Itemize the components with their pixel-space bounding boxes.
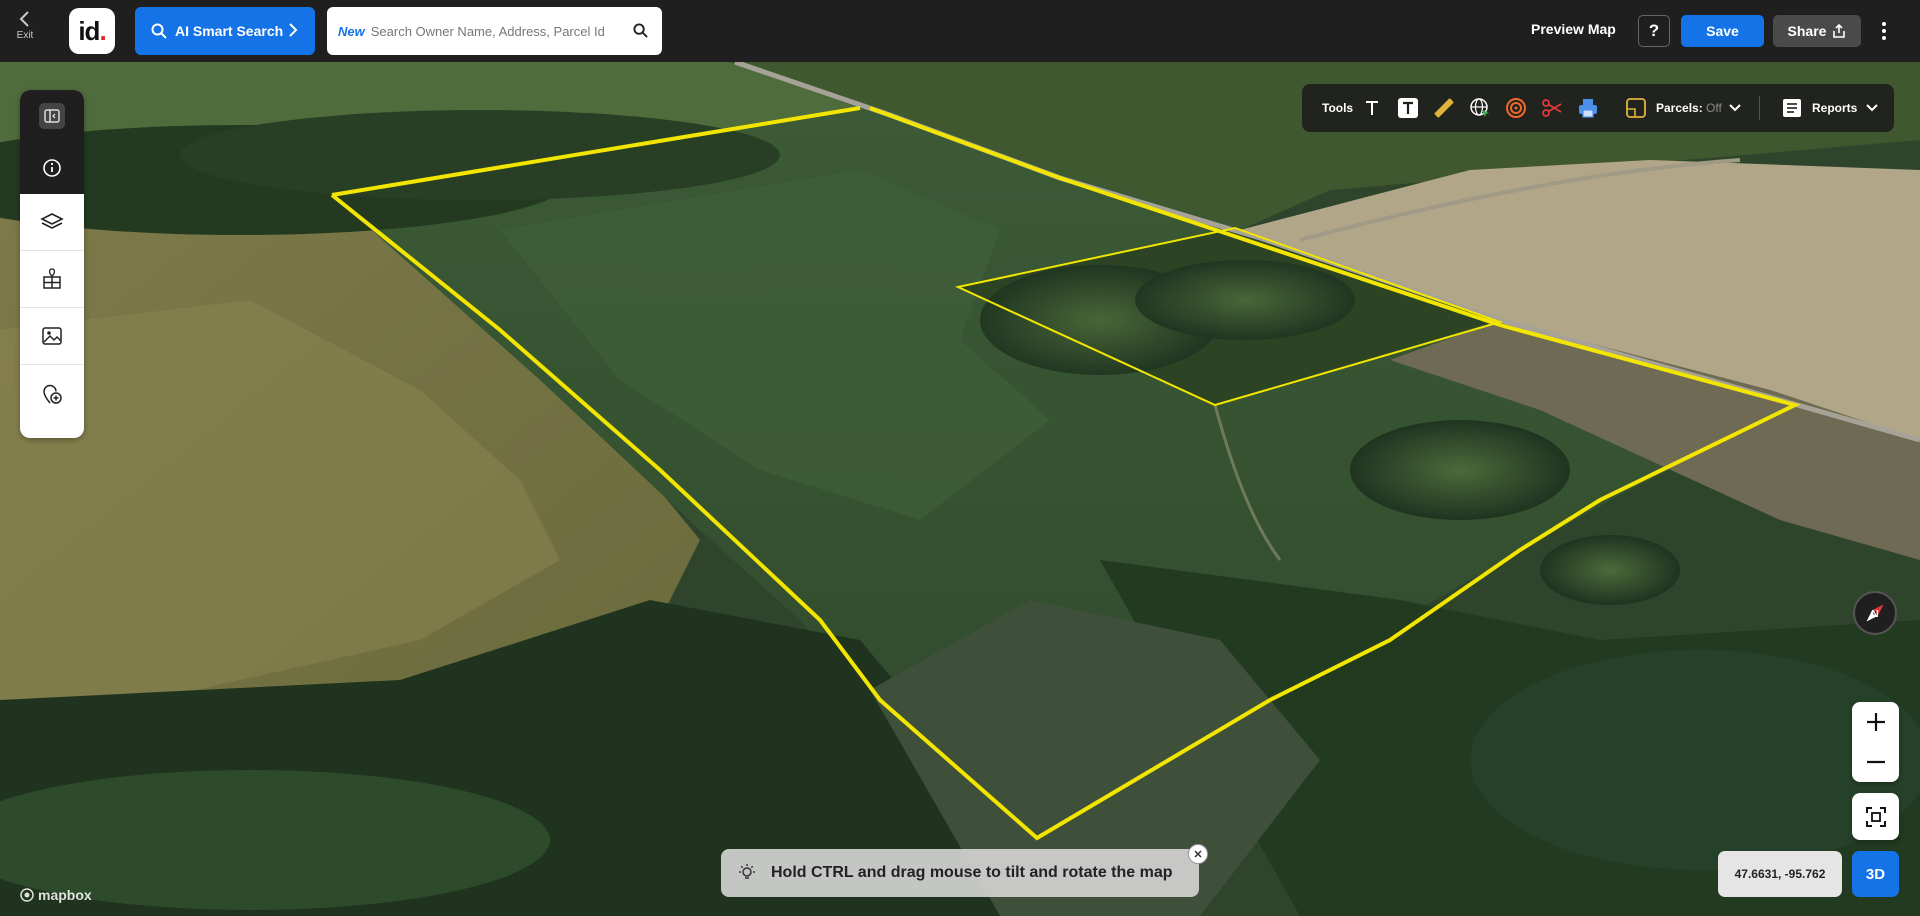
mapbox-logo-icon xyxy=(20,888,34,902)
share-label: Share xyxy=(1787,23,1827,39)
ruler-icon[interactable] xyxy=(1432,96,1456,120)
preview-map-button[interactable]: Preview Map xyxy=(1531,21,1616,37)
scissors-icon[interactable] xyxy=(1540,96,1564,120)
help-button[interactable]: ? xyxy=(1638,15,1670,47)
sidebar-imagery[interactable] xyxy=(20,308,84,365)
hint-text: Hold CTRL and drag mouse to tilt and rot… xyxy=(771,864,1173,881)
sidebar-layers[interactable] xyxy=(20,194,84,251)
coordinates-readout: 47.6631, -95.762 xyxy=(1718,851,1842,897)
search-input[interactable] xyxy=(370,23,631,39)
layers-icon xyxy=(40,213,64,229)
compass-icon: N xyxy=(1866,604,1884,622)
search-icon[interactable] xyxy=(633,23,648,38)
minus-icon xyxy=(1866,760,1885,764)
hint-close-button[interactable] xyxy=(1188,844,1208,864)
image-icon xyxy=(42,327,62,345)
logo[interactable]: id. xyxy=(69,8,115,54)
zoom-in-button[interactable] xyxy=(1852,702,1899,742)
sidebar-top-section xyxy=(20,90,84,194)
satellite-imagery xyxy=(0,62,1920,916)
logo-text: id xyxy=(78,15,100,46)
map-canvas[interactable] xyxy=(0,62,1920,916)
share-button[interactable]: Share xyxy=(1773,15,1861,47)
left-sidebar xyxy=(20,90,84,438)
focus-frame-icon xyxy=(1865,806,1886,827)
mapbox-label: mapbox xyxy=(38,887,92,903)
tools-label: Tools xyxy=(1322,101,1354,115)
lightbulb-icon xyxy=(739,864,755,879)
exit-button[interactable]: Exit xyxy=(8,10,42,52)
chevron-right-icon xyxy=(289,23,298,37)
text-icon[interactable] xyxy=(1360,96,1384,120)
sidebar-parcel-buildings[interactable] xyxy=(20,251,84,308)
sidebar-info[interactable] xyxy=(20,142,84,194)
3d-toggle-button[interactable]: 3D xyxy=(1852,851,1899,897)
tools-divider xyxy=(1759,96,1760,120)
share-icon xyxy=(1833,24,1846,38)
zoom-out-button[interactable] xyxy=(1852,742,1899,782)
parcels-label: Parcels: xyxy=(1656,101,1703,115)
new-badge: New xyxy=(338,23,365,39)
sidebar-add-location[interactable] xyxy=(20,365,84,422)
reports-icon[interactable] xyxy=(1780,96,1804,120)
tools-bar: Tools Parcels: Off Reports xyxy=(1302,84,1894,132)
ai-smart-search-label: AI Smart Search xyxy=(175,23,284,39)
zoom-controls xyxy=(1852,702,1899,782)
info-icon xyxy=(43,159,61,177)
compass-button[interactable]: N xyxy=(1853,591,1897,635)
fit-bounds-button[interactable] xyxy=(1852,793,1899,840)
parcel-icon[interactable] xyxy=(1624,96,1648,120)
search-box[interactable]: New xyxy=(327,7,662,55)
tilt-hint-toast: Hold CTRL and drag mouse to tilt and rot… xyxy=(721,849,1199,897)
mapbox-attribution[interactable]: mapbox xyxy=(20,887,92,903)
radius-icon[interactable] xyxy=(1504,96,1528,120)
svg-text:N: N xyxy=(1871,609,1878,620)
globe-cursor-icon[interactable] xyxy=(1468,96,1492,120)
plus-icon xyxy=(1866,713,1885,731)
reports-button[interactable]: Reports xyxy=(1812,101,1857,115)
add-location-icon xyxy=(43,384,62,404)
print-icon[interactable] xyxy=(1576,96,1600,120)
parcels-toggle[interactable]: Parcels: Off xyxy=(1656,101,1722,115)
chevron-left-icon xyxy=(19,11,29,27)
exit-label: Exit xyxy=(16,30,34,41)
top-bar: Exit id. AI Smart Search New Preview Map… xyxy=(0,0,1920,62)
ai-smart-search-button[interactable]: AI Smart Search xyxy=(135,7,315,55)
close-icon xyxy=(1194,850,1202,858)
sidebar-panel-toggle[interactable] xyxy=(20,90,84,142)
search-icon xyxy=(151,23,167,39)
text-box-icon[interactable] xyxy=(1396,96,1420,120)
panel-toggle-icon xyxy=(39,103,65,129)
parcels-state: Off xyxy=(1706,101,1722,115)
parcel-buildings-icon xyxy=(43,268,61,289)
more-menu-icon[interactable] xyxy=(1876,17,1892,45)
logo-dot: . xyxy=(99,15,106,46)
chevron-down-icon[interactable] xyxy=(1728,102,1742,114)
save-button[interactable]: Save xyxy=(1681,15,1764,47)
chevron-down-icon[interactable] xyxy=(1865,102,1879,114)
